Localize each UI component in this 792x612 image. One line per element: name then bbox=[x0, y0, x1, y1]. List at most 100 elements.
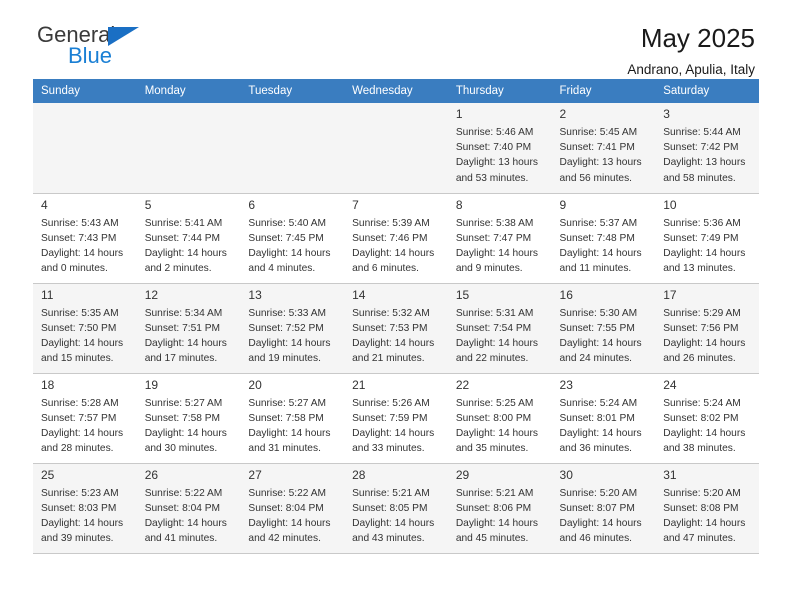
day-sunrise-text: Sunrise: 5:35 AM bbox=[41, 307, 119, 319]
calendar-day-cell[interactable]: 31 Sunrise: 5:20 AM Sunset: 8:08 PM Dayligh… bbox=[655, 463, 759, 554]
day-sunset-text: Sunset: 7:44 PM bbox=[144, 232, 221, 244]
calendar-day-cell[interactable]: 6 Sunrise: 5:40 AM Sunset: 7:45 PM Daylight… bbox=[240, 193, 345, 284]
day-sunset-text: Sunset: 7:45 PM bbox=[248, 232, 324, 244]
day-sunset-text: Sunset: 7:55 PM bbox=[559, 322, 635, 334]
calendar-day-cell[interactable]: 26 Sunrise: 5:22 AM Sunset: 8:04 PM Dayligh… bbox=[136, 463, 241, 554]
day-number: 23 bbox=[559, 377, 573, 392]
calendar-day-cell[interactable]: 22 Sunrise: 5:25 AM Sunset: 8:00 PM Dayligh… bbox=[447, 373, 552, 464]
day-sunset-text: Sunset: 7:46 PM bbox=[352, 232, 428, 244]
calendar-day-cell[interactable]: 4 Sunrise: 5:43 AM Sunset: 7:43 PM Daylight… bbox=[33, 193, 137, 284]
calendar-day-cell[interactable]: 21 Sunrise: 5:26 AM Sunset: 7:59 PM Dayligh… bbox=[344, 373, 448, 464]
day-number: 10 bbox=[663, 197, 677, 212]
day-sunrise-text: Sunrise: 5:28 AM bbox=[41, 397, 119, 409]
day-daylight-text: Daylight: 14 hours bbox=[455, 247, 538, 259]
day-daylight-text: Daylight: 14 hours bbox=[352, 337, 435, 349]
day-sunset-text: Sunset: 7:58 PM bbox=[144, 412, 221, 424]
calendar-day-cell[interactable]: 3 Sunrise: 5:44 AM Sunset: 7:42 PM Daylight… bbox=[655, 103, 759, 194]
day-daylight-text: Daylight: 14 hours bbox=[144, 517, 227, 529]
general-blue-logo[interactable]: General Blue bbox=[37, 24, 187, 72]
day-sunrise-text: Sunrise: 5:20 AM bbox=[663, 487, 741, 499]
calendar-week-row: 11 Sunrise: 5:35 AM Sunset: 7:50 PM Dayligh… bbox=[33, 283, 759, 374]
calendar-day-cell[interactable]: 29 Sunrise: 5:21 AM Sunset: 8:06 PM Dayligh… bbox=[447, 463, 552, 554]
day-daylight2-text: and 11 minutes. bbox=[559, 263, 632, 275]
calendar-day-cell[interactable]: 16 Sunrise: 5:30 AM Sunset: 7:55 PM Dayligh… bbox=[551, 283, 656, 374]
column-header-monday: Monday bbox=[136, 79, 241, 103]
day-number: 20 bbox=[248, 377, 262, 392]
calendar-day-cell[interactable]: 15 Sunrise: 5:31 AM Sunset: 7:54 PM Dayligh… bbox=[447, 283, 552, 374]
day-details: Sunrise: 5:36 AM Sunset: 7:49 PM Daylight:… bbox=[655, 215, 759, 277]
column-header-saturday: Saturday bbox=[655, 79, 759, 103]
day-number: 21 bbox=[352, 377, 366, 392]
day-sunrise-text: Sunrise: 5:25 AM bbox=[455, 397, 534, 409]
column-header-wednesday: Wednesday bbox=[344, 79, 448, 103]
day-daylight2-text: and 53 minutes. bbox=[455, 172, 529, 184]
day-sunrise-text: Sunrise: 5:24 AM bbox=[663, 397, 741, 409]
day-details: Sunrise: 5:39 AM Sunset: 7:46 PM Daylight:… bbox=[344, 215, 448, 277]
calendar-day-cell[interactable]: 7 Sunrise: 5:39 AM Sunset: 7:46 PM Daylight… bbox=[344, 193, 448, 284]
calendar-header-row: Sunday Monday Tuesday Wednesday Thursday… bbox=[33, 79, 759, 103]
day-daylight-text: Daylight: 14 hours bbox=[248, 427, 331, 439]
day-details: Sunrise: 5:26 AM Sunset: 7:59 PM Daylight:… bbox=[344, 395, 448, 457]
day-sunrise-text: Sunrise: 5:41 AM bbox=[144, 217, 223, 229]
calendar-day-cell[interactable]: 23 Sunrise: 5:24 AM Sunset: 8:01 PM Dayligh… bbox=[551, 373, 656, 464]
day-sunrise-text: Sunrise: 5:45 AM bbox=[559, 127, 638, 138]
day-daylight2-text: and 36 minutes. bbox=[559, 443, 633, 455]
calendar-day-cell[interactable]: 19 Sunrise: 5:27 AM Sunset: 7:58 PM Dayligh… bbox=[136, 373, 241, 464]
day-daylight-text: Daylight: 14 hours bbox=[144, 247, 227, 259]
calendar-day-cell[interactable]: 18 Sunrise: 5:28 AM Sunset: 7:57 PM Dayligh… bbox=[33, 373, 137, 464]
calendar-day-cell[interactable]: 27 Sunrise: 5:22 AM Sunset: 8:04 PM Dayligh… bbox=[240, 463, 345, 554]
day-sunrise-text: Sunrise: 5:33 AM bbox=[248, 307, 326, 319]
day-details: Sunrise: 5:21 AM Sunset: 8:05 PM Daylight:… bbox=[344, 485, 448, 547]
day-sunset-text: Sunset: 7:40 PM bbox=[455, 142, 532, 154]
day-daylight2-text: and 38 minutes. bbox=[663, 443, 736, 455]
calendar-day-cell[interactable]: 1 Sunrise: 5:46 AM Sunset: 7:40 PM Daylight… bbox=[447, 103, 552, 194]
day-sunset-text: Sunset: 7:52 PM bbox=[248, 322, 324, 334]
day-daylight-text: Daylight: 14 hours bbox=[248, 517, 331, 529]
day-number: 7 bbox=[352, 197, 359, 212]
day-sunrise-text: Sunrise: 5:40 AM bbox=[248, 217, 326, 229]
calendar-day-cell[interactable]: 20 Sunrise: 5:27 AM Sunset: 7:58 PM Dayligh… bbox=[240, 373, 345, 464]
calendar-day-cell[interactable]: 30 Sunrise: 5:20 AM Sunset: 8:07 PM Dayligh… bbox=[551, 463, 656, 554]
day-daylight-text: Daylight: 14 hours bbox=[352, 247, 435, 259]
calendar-day-cell[interactable]: 25 Sunrise: 5:23 AM Sunset: 8:03 PM Dayligh… bbox=[33, 463, 137, 554]
calendar-day-cell[interactable]: 5 Sunrise: 5:41 AM Sunset: 7:44 PM Daylight… bbox=[136, 193, 241, 284]
day-daylight-text: Daylight: 14 hours bbox=[41, 517, 124, 529]
calendar-page: General Blue May 2025 Andrano, Apulia, I… bbox=[0, 0, 792, 612]
day-sunset-text: Sunset: 8:04 PM bbox=[144, 502, 221, 514]
day-sunset-text: Sunset: 8:07 PM bbox=[559, 502, 635, 514]
day-daylight2-text: and 22 minutes. bbox=[455, 353, 529, 365]
calendar-day-cell[interactable]: 8 Sunrise: 5:38 AM Sunset: 7:47 PM Daylight… bbox=[447, 193, 552, 284]
day-sunrise-text: Sunrise: 5:24 AM bbox=[559, 397, 638, 409]
day-daylight-text: Daylight: 14 hours bbox=[559, 517, 642, 529]
day-daylight2-text: and 39 minutes. bbox=[41, 533, 114, 545]
logo-triangle-icon bbox=[108, 27, 139, 46]
day-sunrise-text: Sunrise: 5:30 AM bbox=[559, 307, 638, 319]
calendar-day-cell[interactable]: 11 Sunrise: 5:35 AM Sunset: 7:50 PM Dayligh… bbox=[33, 283, 137, 374]
day-number: 29 bbox=[455, 467, 470, 482]
calendar-day-cell[interactable]: 24 Sunrise: 5:24 AM Sunset: 8:02 PM Dayligh… bbox=[655, 373, 759, 464]
day-number: 5 bbox=[144, 197, 152, 212]
calendar-day-cell[interactable]: 2 Sunrise: 5:45 AM Sunset: 7:41 PM Daylight… bbox=[551, 103, 656, 194]
calendar-day-cell[interactable]: 28 Sunrise: 5:21 AM Sunset: 8:05 PM Dayligh… bbox=[344, 463, 448, 554]
calendar-day-cell[interactable]: 9 Sunrise: 5:37 AM Sunset: 7:48 PM Daylight… bbox=[551, 193, 656, 284]
calendar-week-row: 4 Sunrise: 5:43 AM Sunset: 7:43 PM Daylight… bbox=[33, 193, 759, 284]
calendar-day-cell[interactable]: 10 Sunrise: 5:36 AM Sunset: 7:49 PM Dayligh… bbox=[655, 193, 759, 284]
day-daylight-text: Daylight: 13 hours bbox=[559, 157, 642, 169]
calendar-day-cell[interactable]: 14 Sunrise: 5:32 AM Sunset: 7:53 PM Dayligh… bbox=[344, 283, 448, 374]
day-sunrise-text: Sunrise: 5:22 AM bbox=[248, 487, 326, 499]
day-sunrise-text: Sunrise: 5:21 AM bbox=[352, 487, 430, 499]
day-daylight-text: Daylight: 14 hours bbox=[663, 337, 746, 349]
day-details: Sunrise: 5:32 AM Sunset: 7:53 PM Daylight:… bbox=[344, 305, 448, 367]
day-details: Sunrise: 5:21 AM Sunset: 8:06 PM Daylight:… bbox=[448, 485, 552, 547]
calendar-day-cell[interactable]: 17 Sunrise: 5:29 AM Sunset: 7:56 PM Dayligh… bbox=[655, 283, 759, 374]
calendar-day-cell[interactable]: 13 Sunrise: 5:33 AM Sunset: 7:52 PM Dayligh… bbox=[240, 283, 345, 374]
logo-text-blue: Blue bbox=[68, 43, 113, 68]
day-details: Sunrise: 5:29 AM Sunset: 7:56 PM Daylight:… bbox=[655, 305, 759, 367]
day-sunset-text: Sunset: 8:06 PM bbox=[455, 502, 532, 514]
day-details: Sunrise: 5:27 AM Sunset: 7:58 PM Daylight:… bbox=[137, 395, 241, 457]
day-sunrise-text: Sunrise: 5:31 AM bbox=[455, 307, 534, 319]
day-details: Sunrise: 5:35 AM Sunset: 7:50 PM Daylight:… bbox=[33, 305, 137, 367]
day-daylight-text: Daylight: 14 hours bbox=[352, 427, 435, 439]
calendar-day-cell[interactable]: 12 Sunrise: 5:34 AM Sunset: 7:51 PM Dayligh… bbox=[136, 283, 241, 374]
day-number: 16 bbox=[559, 287, 573, 302]
